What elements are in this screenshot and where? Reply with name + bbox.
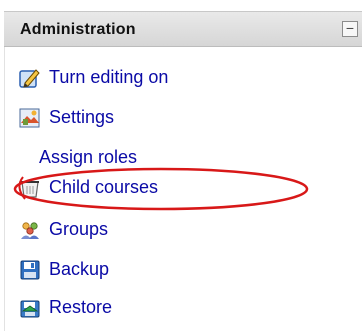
block-content: Turn editing on Settings Assign roles Ch…: [4, 47, 362, 331]
menu-item-backup[interactable]: Backup: [5, 255, 345, 285]
menu-item-label: Turn editing on: [49, 67, 169, 87]
block-header: Administration −: [4, 11, 362, 47]
restore-icon: [19, 297, 41, 319]
menu-item-label: Groups: [49, 219, 109, 239]
menu-item-label: Settings: [49, 107, 115, 127]
menu-item-groups[interactable]: Groups: [5, 215, 345, 245]
menu-item-label: Child courses: [49, 177, 159, 197]
edit-icon: [19, 67, 41, 89]
menu-item-label: Backup: [49, 259, 110, 279]
menu-item-assign-roles[interactable]: Assign roles: [39, 147, 137, 168]
block-title: Administration: [20, 21, 136, 38]
administration-block: Administration − Turn editing on Setting…: [0, 0, 362, 331]
menu-item-settings[interactable]: Settings: [5, 103, 345, 133]
backup-icon: [19, 259, 41, 281]
menu-item-child-courses[interactable]: Child courses: [5, 173, 345, 203]
settings-icon: [19, 107, 41, 129]
menu-item-restore[interactable]: Restore: [5, 293, 345, 323]
collapse-button[interactable]: −: [342, 21, 358, 37]
child-courses-icon: [19, 177, 41, 199]
menu-item-turn-editing-on[interactable]: Turn editing on: [5, 63, 345, 93]
menu-item-label: Restore: [49, 297, 113, 317]
groups-icon: [19, 219, 41, 241]
